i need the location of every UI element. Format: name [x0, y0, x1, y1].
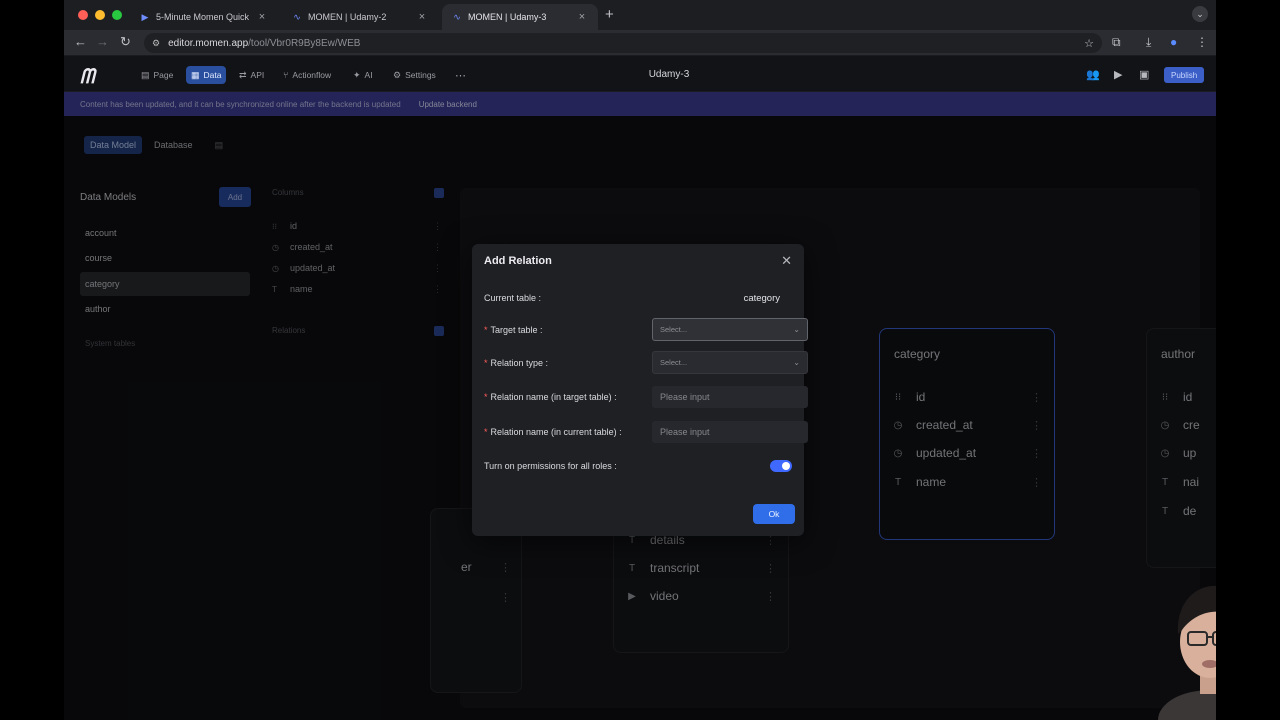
extensions-icon[interactable]: ⧉: [1112, 35, 1121, 50]
current-table-row: Current table : category: [484, 287, 792, 309]
chevron-down-icon: ⌄: [793, 325, 800, 334]
nav-ai[interactable]: ✦ AI: [348, 66, 378, 84]
close-tab-icon[interactable]: ×: [416, 11, 428, 23]
relation-name-current-row: * Relation name (in current table) :: [484, 421, 808, 443]
permissions-label: Turn on permissions for all roles :: [484, 461, 617, 471]
nav-data[interactable]: ▦ Data: [186, 66, 227, 84]
download-icon[interactable]: ⤓: [1146, 35, 1151, 50]
required-marker: *: [484, 325, 488, 335]
project-title: Udamy-3: [648, 69, 690, 80]
target-table-label: Target table :: [490, 325, 543, 335]
dialog-title: Add Relation: [484, 255, 552, 267]
site-settings-icon[interactable]: ⚙: [152, 38, 160, 49]
nav-api[interactable]: ⇄ API: [234, 66, 269, 84]
nav-actionflow[interactable]: ⑂ Actionflow: [278, 66, 336, 84]
browser-window: ▶ 5-Minute Momen Quick Star × ∿ MOMEN | …: [64, 0, 1216, 720]
relation-name-target-input[interactable]: [652, 386, 808, 408]
bookmark-star-icon[interactable]: ☆: [1084, 37, 1094, 50]
momen-logo: ᗰ: [80, 64, 95, 88]
nav-page[interactable]: ▤ Page: [136, 66, 178, 84]
nav-label: Settings: [405, 70, 436, 80]
browser-tab-1[interactable]: ▶ 5-Minute Momen Quick Star ×: [130, 4, 278, 30]
publish-button[interactable]: Publish: [1164, 67, 1205, 83]
current-table-label: Current table :: [484, 293, 542, 303]
relation-type-select[interactable]: Select... ⌄: [652, 351, 808, 374]
nav-settings[interactable]: ⚙ Settings: [388, 66, 441, 84]
relation-name-current-label: Relation name (in current table) :: [490, 427, 622, 437]
tab-label: MOMEN | Udamy-2: [308, 12, 387, 22]
data-icon: ▦: [191, 69, 200, 80]
preview-play-icon[interactable]: ▶: [1114, 68, 1122, 81]
back-arrow-icon[interactable]: ←: [74, 34, 87, 49]
required-marker: *: [484, 392, 488, 402]
presenter-webcam: [1158, 585, 1216, 720]
browser-tab-bar: ▶ 5-Minute Momen Quick Star × ∿ MOMEN | …: [64, 0, 1216, 30]
nav-label: AI: [364, 70, 373, 80]
relation-type-label: Relation type :: [490, 358, 549, 368]
browser-tab-3[interactable]: ∿ MOMEN | Udamy-3 ×: [442, 4, 598, 30]
tab-search-chevron-icon[interactable]: ⌄: [1192, 6, 1208, 22]
target-table-row: * Target table : Select... ⌄: [484, 318, 808, 341]
profile-icon[interactable]: ●: [1170, 35, 1177, 49]
reload-icon[interactable]: ↻: [120, 34, 131, 50]
app-header: ᗰ ▤ Page ▦ Data ⇄ API ⑂ Actionflow ✦ AI …: [64, 56, 1216, 92]
add-relation-dialog: Add Relation ✕ Current table : category …: [472, 244, 808, 536]
select-placeholder: Select...: [660, 358, 688, 367]
browser-menu-icon[interactable]: ⋮: [1196, 35, 1208, 49]
close-tab-icon[interactable]: ×: [576, 11, 588, 23]
address-bar[interactable]: ⚙ editor.momen.app/tool/Vbr0R9By8Ew/WEB …: [144, 33, 1102, 53]
window-controls: [78, 10, 122, 20]
select-placeholder: Select...: [660, 325, 688, 334]
nav-label: Data: [203, 70, 222, 80]
current-table-value: category: [743, 292, 780, 304]
chevron-down-icon: ⌄: [793, 358, 800, 367]
api-icon: ⇄: [239, 69, 247, 80]
browser-tab-2[interactable]: ∿ MOMEN | Udamy-2 ×: [282, 4, 438, 30]
history-icon[interactable]: ▣: [1139, 68, 1149, 81]
permissions-row: Turn on permissions for all roles :: [484, 455, 792, 477]
browser-toolbar: ← → ↻ ⚙ editor.momen.app/tool/Vbr0R9By8E…: [64, 30, 1216, 56]
nav-label: Page: [153, 70, 174, 80]
more-icon[interactable]: ⋯: [450, 66, 471, 84]
collaborators-icon[interactable]: 👥: [1086, 68, 1100, 81]
nav-label: Actionflow: [292, 70, 332, 80]
minimize-window-button[interactable]: [95, 10, 105, 20]
target-table-select[interactable]: Select... ⌄: [652, 318, 808, 341]
required-marker: *: [484, 427, 488, 437]
relation-name-current-input[interactable]: [652, 421, 808, 443]
required-marker: *: [484, 358, 488, 368]
close-tab-icon[interactable]: ×: [256, 11, 268, 23]
tab-favicon-icon: ▶: [141, 11, 149, 22]
settings-icon: ⚙: [393, 69, 402, 80]
url-host: editor.momen.app: [168, 37, 249, 49]
relation-name-target-row: * Relation name (in target table) :: [484, 386, 808, 408]
close-window-button[interactable]: [78, 10, 88, 20]
forward-arrow-icon[interactable]: →: [96, 34, 109, 49]
page-icon: ▤: [141, 69, 150, 80]
momen-favicon-icon: ∿: [293, 11, 301, 22]
url-path: /tool/Vbr0R9By8Ew/WEB: [248, 37, 361, 49]
ok-button[interactable]: Ok: [753, 504, 795, 524]
new-tab-icon[interactable]: +: [605, 6, 614, 23]
actionflow-icon: ⑂: [283, 70, 289, 80]
relation-type-row: * Relation type : Select... ⌄: [484, 351, 808, 374]
tab-label: 5-Minute Momen Quick Star: [156, 12, 250, 22]
momen-favicon-icon: ∿: [453, 11, 461, 22]
close-icon[interactable]: ✕: [781, 253, 792, 269]
nav-label: API: [250, 70, 265, 80]
ai-icon: ✦: [353, 69, 361, 80]
tab-label: MOMEN | Udamy-3: [468, 12, 547, 22]
relation-name-target-label: Relation name (in target table) :: [490, 392, 617, 402]
permissions-toggle[interactable]: [770, 460, 792, 472]
maximize-window-button[interactable]: [112, 10, 122, 20]
toggle-knob: [782, 462, 790, 470]
